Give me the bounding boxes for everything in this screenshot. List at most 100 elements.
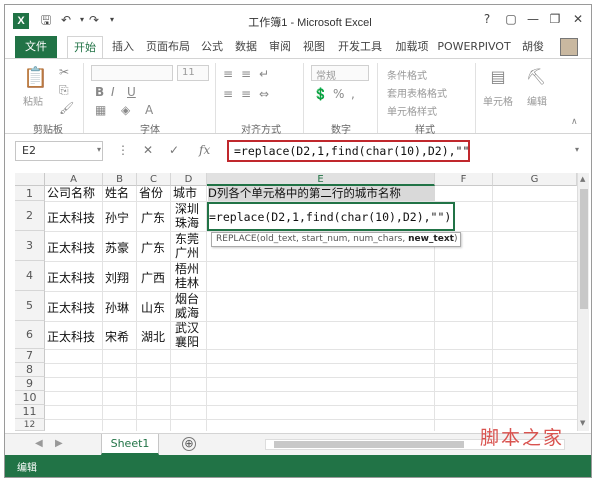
table-format-button[interactable]: 套用表格格式 bbox=[387, 85, 447, 100]
cell-c1[interactable]: 省份 bbox=[139, 186, 163, 201]
prev-sheet-icon[interactable]: ◀ bbox=[35, 438, 43, 449]
tab-formulas[interactable]: 公式 bbox=[197, 36, 227, 58]
horizontal-scroll-thumb[interactable] bbox=[274, 441, 464, 448]
cell-a1[interactable]: 公司名称 bbox=[47, 186, 95, 201]
cell-c4[interactable]: 广西 bbox=[141, 269, 165, 286]
cell-d5-line2[interactable]: 威海 bbox=[175, 306, 199, 320]
customize-toolbar-icon[interactable]: ▾ bbox=[105, 13, 119, 27]
active-cell-e2[interactable]: =replace(D2,1,find(char(10),D2),"") bbox=[207, 202, 455, 231]
tab-file[interactable]: 文件 bbox=[15, 36, 57, 58]
cell-d1[interactable]: 城市 bbox=[173, 186, 197, 201]
minimize-button[interactable]: — bbox=[521, 10, 545, 28]
name-box-dropdown-icon[interactable]: ▾ bbox=[97, 145, 101, 154]
comma-icon[interactable]: , bbox=[351, 87, 355, 101]
column-header-c[interactable]: C bbox=[137, 173, 171, 186]
tab-review[interactable]: 审阅 bbox=[265, 36, 295, 58]
scroll-down-icon[interactable]: ▼ bbox=[580, 419, 585, 427]
vertical-scroll-thumb[interactable] bbox=[580, 189, 588, 309]
tab-page-layout[interactable]: 页面布局 bbox=[143, 36, 193, 58]
editing-group-label[interactable]: 编辑 bbox=[527, 93, 547, 108]
editing-icon[interactable]: ⛏ bbox=[525, 67, 547, 86]
row-header-10[interactable]: 10 bbox=[15, 391, 45, 405]
row-header-3[interactable]: 3 bbox=[15, 231, 45, 261]
cell-a5[interactable]: 正太科技 bbox=[47, 299, 95, 316]
tab-view[interactable]: 视图 bbox=[299, 36, 329, 58]
row-header-12[interactable]: 12 bbox=[15, 419, 45, 431]
tab-powerpivot[interactable]: POWERPIVOT bbox=[437, 36, 511, 58]
paste-label[interactable]: 粘贴 bbox=[23, 93, 43, 108]
cell-d2-line2[interactable]: 珠海 bbox=[175, 216, 199, 230]
conditional-format-button[interactable]: 条件格式 bbox=[387, 67, 427, 82]
cell-a3[interactable]: 正太科技 bbox=[47, 239, 95, 256]
cut-icon[interactable]: ✂ bbox=[59, 65, 69, 79]
restore-button[interactable]: ❐ bbox=[543, 10, 567, 28]
column-header-f[interactable]: F bbox=[435, 173, 493, 186]
align-middle-icon[interactable]: ≡ bbox=[241, 67, 251, 81]
column-header-d[interactable]: D bbox=[171, 173, 207, 186]
row-header-9[interactable]: 9 bbox=[15, 377, 45, 391]
ribbon-display-button[interactable]: ▢ bbox=[499, 10, 523, 28]
font-size-box[interactable]: 11 bbox=[177, 65, 209, 81]
merge-icon[interactable]: ⇔ bbox=[259, 87, 269, 101]
row-header-4[interactable]: 4 bbox=[15, 261, 45, 291]
name-box[interactable]: E2 bbox=[15, 141, 103, 161]
scroll-up-icon[interactable]: ▲ bbox=[580, 175, 585, 183]
help-button[interactable]: ? bbox=[475, 10, 499, 28]
cell-c3[interactable]: 广东 bbox=[141, 239, 165, 256]
cell-d4-line2[interactable]: 桂林 bbox=[175, 276, 199, 290]
number-format-box[interactable]: 常规 bbox=[311, 65, 369, 82]
column-header-g[interactable]: G bbox=[493, 173, 577, 186]
column-header-b[interactable]: B bbox=[103, 173, 137, 186]
row-header-7[interactable]: 7 bbox=[15, 349, 45, 363]
font-name-box[interactable] bbox=[91, 65, 173, 81]
tab-addins[interactable]: 加载项 bbox=[391, 36, 433, 58]
select-all-corner[interactable] bbox=[15, 173, 45, 186]
cell-d5-line1[interactable]: 烟台 bbox=[175, 292, 199, 306]
cell-a2[interactable]: 正太科技 bbox=[47, 209, 95, 226]
border-icon[interactable]: ▦ bbox=[95, 103, 106, 117]
cell-d6-line2[interactable]: 襄阳 bbox=[175, 335, 199, 349]
row-header-2[interactable]: 2 bbox=[15, 201, 45, 231]
cell-styles-button[interactable]: 单元格样式 bbox=[387, 103, 437, 118]
align-top-icon[interactable]: ≡ bbox=[223, 67, 233, 81]
cell-b6[interactable]: 宋希 bbox=[105, 328, 129, 345]
row-header-8[interactable]: 8 bbox=[15, 363, 45, 377]
enter-button[interactable]: ✓ bbox=[169, 143, 179, 157]
sheet-tab-sheet1[interactable]: Sheet1 bbox=[101, 434, 159, 455]
cell-c6[interactable]: 湖北 bbox=[141, 328, 165, 345]
formula-input[interactable]: =replace(D2,1,find(char(10),D2),"") bbox=[227, 140, 470, 162]
cells-group-label[interactable]: 单元格 bbox=[483, 93, 513, 108]
underline-button[interactable]: U bbox=[127, 85, 136, 99]
column-header-e[interactable]: E bbox=[207, 173, 435, 186]
tab-data[interactable]: 数据 bbox=[231, 36, 261, 58]
cell-d4-line1[interactable]: 梧州 bbox=[175, 262, 199, 276]
tab-developer[interactable]: 开发工具 bbox=[333, 36, 387, 58]
cell-c2[interactable]: 广东 bbox=[141, 209, 165, 226]
add-sheet-button[interactable]: ⊕ bbox=[182, 437, 196, 451]
row-header-5[interactable]: 5 bbox=[15, 291, 45, 321]
align-left-icon[interactable]: ≡ bbox=[223, 87, 233, 101]
percent-button[interactable]: % bbox=[333, 87, 344, 101]
redo-icon[interactable]: ↷ bbox=[87, 13, 101, 27]
paste-icon[interactable]: 📋 bbox=[23, 65, 48, 89]
vertical-scrollbar[interactable]: ▲ ▼ bbox=[577, 173, 589, 431]
cells-icon[interactable]: ▤ bbox=[487, 67, 509, 86]
row-header-11[interactable]: 11 bbox=[15, 405, 45, 419]
cell-d2-line1[interactable]: 深圳 bbox=[175, 202, 199, 216]
cell-a4[interactable]: 正太科技 bbox=[47, 269, 95, 286]
cell-d3-line2[interactable]: 广州 bbox=[175, 246, 199, 260]
cell-d6-line1[interactable]: 武汉 bbox=[175, 321, 199, 335]
font-color-icon[interactable]: A bbox=[145, 103, 153, 117]
expand-formula-icon[interactable]: ▾ bbox=[575, 145, 579, 154]
cell-b2[interactable]: 孙宁 bbox=[105, 209, 129, 226]
cancel-button[interactable]: ✕ bbox=[143, 143, 153, 157]
cell-a6[interactable]: 正太科技 bbox=[47, 328, 95, 345]
bold-button[interactable]: B bbox=[95, 85, 104, 99]
next-sheet-icon[interactable]: ▶ bbox=[55, 438, 63, 449]
collapse-ribbon-icon[interactable]: ∧ bbox=[571, 117, 578, 127]
align-center-icon[interactable]: ≡ bbox=[241, 87, 251, 101]
row-header-6[interactable]: 6 bbox=[15, 321, 45, 349]
cell-b4[interactable]: 刘翔 bbox=[105, 269, 129, 286]
cell-e1[interactable]: D列各个单元格中的第二行的城市名称 bbox=[208, 186, 435, 201]
user-name[interactable]: 胡俊 bbox=[515, 36, 551, 58]
